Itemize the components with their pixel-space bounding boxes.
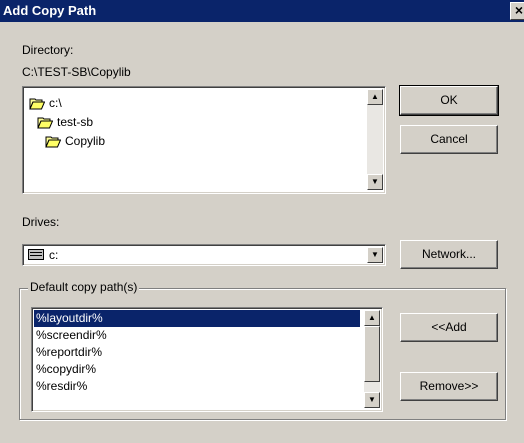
drive-icon [28, 249, 44, 260]
drives-selected-value: c: [49, 248, 59, 262]
chevron-down-icon[interactable]: ▼ [367, 247, 383, 263]
tree-item-c-root[interactable]: c:\ [29, 95, 62, 111]
drives-label: Drives: [22, 215, 60, 229]
list-item[interactable]: %resdir% [34, 378, 360, 395]
tree-item-label: test-sb [57, 115, 94, 129]
title-bar: Add Copy Path × [0, 0, 524, 22]
paths-scroll-down-button[interactable]: ▼ [364, 392, 380, 408]
window-title: Add Copy Path [3, 3, 97, 18]
open-folder-icon [37, 117, 53, 129]
open-folder-icon [29, 98, 45, 110]
paths-scroll-thumb[interactable] [364, 326, 380, 382]
drives-dropdown[interactable]: c: ▼ [22, 244, 386, 266]
current-directory-path: C:\TEST-SB\Copylib [22, 65, 131, 79]
list-item[interactable]: %layoutdir% [34, 310, 360, 327]
tree-item-label: Copylib [65, 134, 106, 148]
open-folder-icon [45, 136, 61, 148]
tree-item-label: c:\ [49, 96, 62, 110]
directory-label: Directory: [22, 43, 74, 57]
default-paths-list[interactable]: %layoutdir% %screendir% %reportdir% %cop… [31, 307, 383, 412]
path-items: %layoutdir% %screendir% %reportdir% %cop… [34, 310, 360, 395]
close-button[interactable]: × [510, 2, 524, 20]
ok-button[interactable]: OK [399, 85, 499, 116]
tree-scroll-up-button[interactable]: ▲ [367, 89, 383, 105]
list-item[interactable]: %screendir% [34, 327, 360, 344]
network-button[interactable]: Network... [400, 240, 498, 269]
list-item[interactable]: %reportdir% [34, 344, 360, 361]
default-paths-title: Default copy path(s) [28, 280, 140, 294]
list-item[interactable]: %copydir% [34, 361, 360, 378]
remove-button[interactable]: Remove>> [400, 372, 498, 401]
tree-scroll-down-button[interactable]: ▼ [367, 174, 383, 190]
directory-tree[interactable]: c:\ test-sb Copylib ▲ ▼ [22, 86, 386, 194]
tree-item-copylib[interactable]: Copylib [45, 133, 105, 149]
paths-scroll-up-button[interactable]: ▲ [364, 310, 380, 326]
add-button[interactable]: <<Add [400, 313, 498, 342]
cancel-button[interactable]: Cancel [400, 125, 498, 154]
tree-item-test-sb[interactable]: test-sb [37, 114, 93, 130]
